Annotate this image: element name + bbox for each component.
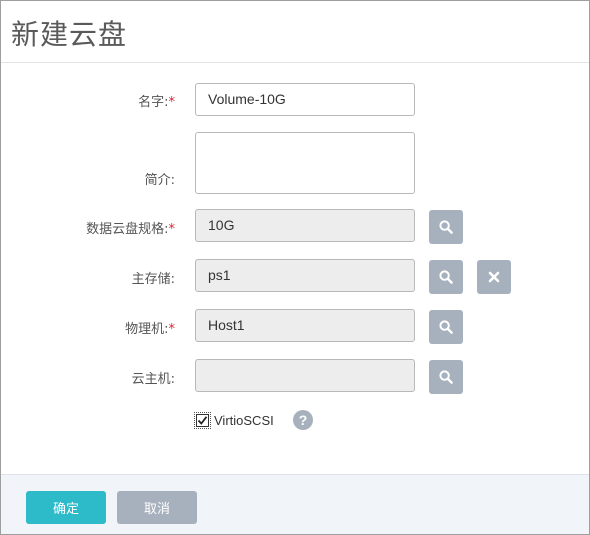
- primary-storage-search-button[interactable]: [429, 260, 463, 294]
- search-icon: [439, 270, 453, 284]
- description-textarea[interactable]: [195, 132, 415, 194]
- vm-instance-field: [195, 359, 415, 392]
- description-label: 简介:: [144, 173, 175, 188]
- cancel-button[interactable]: 取消: [117, 491, 197, 524]
- vm-instance-search-button[interactable]: [429, 360, 463, 394]
- required-mark: *: [168, 95, 176, 110]
- required-mark: *: [168, 322, 176, 337]
- host-search-button[interactable]: [429, 310, 463, 344]
- host-label-text: 物理机:: [125, 322, 169, 337]
- dialog-title: 新建云盘: [11, 18, 128, 51]
- primary-storage-label: 主存储:: [131, 272, 175, 287]
- primary-storage-clear-button[interactable]: [477, 260, 511, 294]
- disk-offering-field: 10G: [195, 209, 415, 242]
- disk-offering-label-text: 数据云盘规格:: [86, 222, 169, 237]
- header-divider: [1, 62, 589, 63]
- name-label-text: 名字:: [138, 95, 169, 110]
- ok-button[interactable]: 确定: [26, 491, 106, 524]
- virtio-scsi-label[interactable]: VirtioSCSI: [214, 413, 274, 428]
- search-icon: [439, 370, 453, 384]
- primary-storage-field: ps1: [195, 259, 415, 292]
- vm-instance-label: 云主机:: [131, 372, 175, 387]
- create-volume-dialog: 新建云盘 名字:* Volume-10G 简介: 数据云盘规格:* 10G 主存…: [0, 0, 590, 535]
- host-field: Host1: [195, 309, 415, 342]
- close-icon: [488, 271, 500, 283]
- search-icon: [439, 220, 453, 234]
- required-mark: *: [168, 222, 176, 237]
- disk-offering-label: 数据云盘规格:*: [86, 218, 175, 237]
- search-icon: [439, 320, 453, 334]
- host-label: 物理机:*: [125, 318, 175, 337]
- virtio-scsi-row: VirtioSCSI: [194, 410, 274, 430]
- help-icon[interactable]: ?: [293, 410, 313, 430]
- disk-offering-search-button[interactable]: [429, 210, 463, 244]
- virtio-scsi-checkbox[interactable]: [194, 411, 211, 429]
- checkmark-icon: [197, 415, 208, 425]
- name-label: 名字:*: [138, 91, 175, 110]
- dialog-footer: 确定 取消: [1, 474, 589, 534]
- name-input[interactable]: Volume-10G: [195, 83, 415, 116]
